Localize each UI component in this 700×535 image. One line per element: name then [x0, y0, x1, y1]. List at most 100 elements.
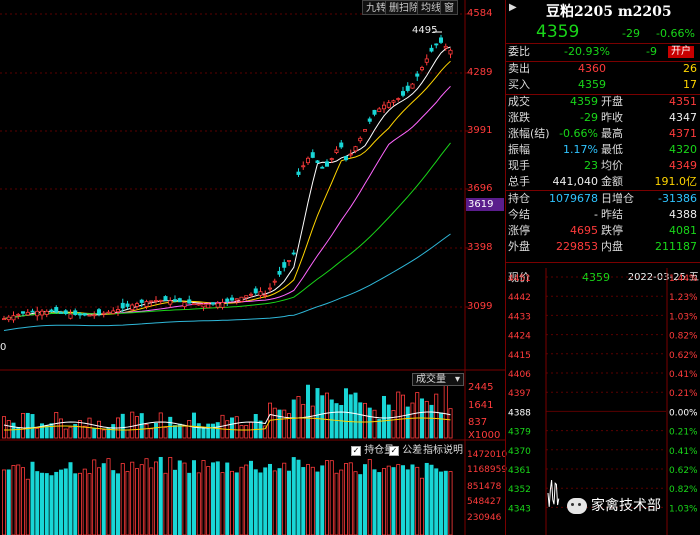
- volume-bar: [201, 427, 206, 439]
- volume-bar: [191, 412, 196, 439]
- oi-bar: [272, 470, 277, 535]
- stat-value: 211187: [655, 240, 697, 253]
- oi-bar: [434, 468, 439, 535]
- price-label: 3991: [467, 125, 493, 136]
- volume-bar: [434, 393, 439, 439]
- intraday-price-label: 4433: [508, 312, 531, 322]
- intraday-price-label: 4388: [508, 408, 531, 418]
- candle-body: [353, 146, 358, 152]
- stat-label: 涨跌: [508, 111, 530, 124]
- volume-bar: [120, 413, 125, 439]
- stat-row: 涨跌 -29 昨收 4347: [506, 110, 700, 126]
- stat-label: 日增仓: [601, 192, 634, 205]
- volume-bar: [92, 427, 97, 439]
- window-button[interactable]: 窗: [440, 0, 458, 15]
- oi-bar: [215, 461, 220, 535]
- candle-body: [49, 309, 54, 313]
- stat-label: 最低: [601, 143, 623, 156]
- oi-bar: [116, 473, 121, 535]
- volume-bar: [386, 404, 391, 439]
- intraday-price-label: 4397: [508, 389, 531, 399]
- oi-bar: [339, 469, 344, 535]
- candle-body: [358, 137, 363, 142]
- intraday-price-label: 4370: [508, 447, 531, 457]
- oi-bar: [191, 460, 196, 535]
- oi-bar: [286, 470, 291, 535]
- oi-bar: [343, 463, 348, 535]
- volume-bar: [206, 423, 211, 439]
- sell-row[interactable]: 卖出 4360 26: [506, 61, 700, 77]
- candle-body: [215, 302, 220, 308]
- buy-price: 4359: [578, 78, 606, 91]
- volume-bar: [405, 406, 410, 439]
- intraday-pct-label: 1.03%: [669, 504, 698, 514]
- price-change-pct: -0.66%: [656, 27, 695, 40]
- oi-bar: [329, 460, 334, 535]
- stat-label: 持仓: [508, 192, 530, 205]
- intraday-price-label: 4415: [508, 351, 531, 361]
- price-label: 4584: [467, 8, 493, 19]
- price-axis: 4584 4289 3991 3696 3619 3398 3099: [466, 0, 505, 370]
- oi-bar: [177, 460, 182, 535]
- candle-body: [391, 100, 396, 103]
- oi-bar: [391, 467, 396, 535]
- price-change: -29: [622, 27, 640, 40]
- candle-body: [78, 313, 83, 316]
- oi-checkbox[interactable]: ✓ 持仓量: [351, 441, 394, 456]
- buy-label: 买入: [508, 78, 530, 91]
- stat-value: 1.17%: [563, 143, 598, 156]
- candle-body: [443, 45, 448, 49]
- candle-body: [44, 310, 49, 315]
- candle-body: [234, 298, 239, 301]
- oi-bar: [448, 471, 453, 535]
- stat-value: 1079678: [549, 192, 598, 205]
- candle-body: [139, 299, 144, 303]
- pub-checkbox[interactable]: ✓ 公差: [389, 441, 422, 456]
- ma-line: [3, 60, 451, 320]
- candle-body: [25, 311, 30, 316]
- stat-label: 今结: [508, 208, 530, 221]
- stat-value: 4347: [669, 111, 697, 124]
- volume-bar: [111, 424, 116, 439]
- candle-body: [272, 280, 277, 283]
- stat-value: 23: [584, 159, 598, 172]
- stats-table: 成交 4359 开盘 4351 涨跌 -29 昨收 4347 涨幅(结) -0.…: [506, 94, 700, 259]
- ma-line: [3, 85, 451, 320]
- candle-body: [11, 315, 16, 321]
- intraday-pct-label: 0.41%: [669, 447, 698, 457]
- volume-bar: [282, 409, 287, 439]
- volume-bar: [443, 383, 448, 439]
- candle-body: [448, 49, 453, 55]
- candle-body: [296, 171, 301, 175]
- play-icon[interactable]: ▶: [509, 2, 517, 13]
- oi-bar: [125, 471, 130, 535]
- volume-bar: [182, 424, 187, 439]
- candle-body: [267, 287, 272, 290]
- oi-bar: [158, 456, 163, 535]
- indicator-explain-button[interactable]: 指标说明: [423, 441, 463, 456]
- oi-bar: [54, 471, 59, 535]
- stat-label: 最高: [601, 127, 623, 140]
- candle-body: [372, 109, 377, 115]
- candle-body: [424, 58, 429, 63]
- open-account-button[interactable]: 开户: [668, 46, 694, 58]
- volume-axis-label: 837: [468, 417, 488, 428]
- buy-row[interactable]: 买入 4359 17: [506, 77, 700, 93]
- webi-label: 委比: [508, 45, 530, 58]
- oi-bar: [415, 466, 420, 535]
- volume-bar: [367, 407, 372, 439]
- volume-dropdown[interactable]: 成交量 ▾: [412, 373, 464, 386]
- oi-bar: [244, 464, 249, 535]
- oi-bar: [97, 467, 102, 535]
- oi-bar: [153, 461, 158, 535]
- volume-bar: [20, 412, 25, 439]
- volume-bar: [59, 418, 64, 439]
- oi-bar: [40, 472, 45, 535]
- stat-value: -29: [580, 111, 598, 124]
- volume-bar: [196, 423, 201, 439]
- candle-body: [116, 309, 121, 313]
- candle-body: [248, 293, 253, 296]
- stat-row: 振幅 1.17% 最低 4320: [506, 142, 700, 158]
- candle-body: [20, 311, 25, 314]
- stat-value: 229853: [556, 240, 598, 253]
